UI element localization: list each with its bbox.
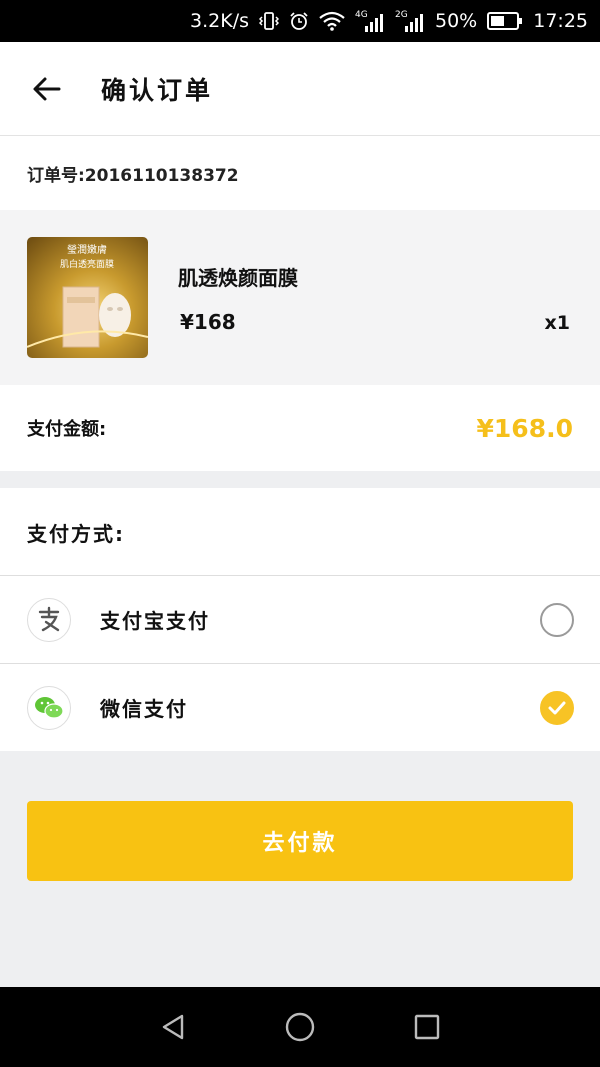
battery-percent: 50% bbox=[435, 10, 478, 32]
wifi-icon bbox=[319, 11, 345, 31]
amount-value: ¥168.0 bbox=[476, 413, 573, 443]
pay-button[interactable]: 去付款 bbox=[27, 801, 573, 881]
signal-2g-icon: 2G bbox=[395, 8, 425, 34]
svg-text:瑩潤嫩膚: 瑩潤嫩膚 bbox=[67, 243, 107, 256]
status-bar: 3.2K/s 4G 2G 50% 17:25 bbox=[0, 0, 600, 42]
alipay-icon bbox=[27, 597, 71, 642]
svg-text:2G: 2G bbox=[395, 10, 408, 20]
order-number-text: 订单号:2016110138372 bbox=[27, 165, 239, 186]
arrow-left-icon bbox=[33, 77, 61, 100]
product-price: ¥168 bbox=[180, 310, 236, 334]
nav-back-icon[interactable] bbox=[148, 1002, 198, 1052]
clock: 17:25 bbox=[533, 10, 588, 32]
order-number: 订单号:2016110138372 bbox=[0, 136, 600, 210]
product-name: 肌透焕颜面膜 bbox=[178, 266, 298, 290]
back-button[interactable] bbox=[27, 69, 67, 109]
payment-amount-row: 支付金额: ¥168.0 bbox=[0, 385, 600, 471]
signal-4g-icon: 4G bbox=[355, 8, 385, 34]
product-quantity: x1 bbox=[544, 312, 570, 334]
page-title: 确认订单 bbox=[101, 75, 214, 105]
payment-option-wechat[interactable]: 微信支付 bbox=[0, 663, 600, 751]
vibrate-icon bbox=[259, 11, 279, 31]
payment-option-alipay[interactable]: 支付宝支付 bbox=[0, 575, 600, 663]
svg-text:4G: 4G bbox=[355, 10, 368, 20]
svg-text:肌白透亮面膜: 肌白透亮面膜 bbox=[60, 258, 114, 270]
radio-unchecked-icon[interactable] bbox=[540, 602, 574, 637]
payment-option-label: 支付宝支付 bbox=[100, 609, 210, 633]
system-nav-bar bbox=[0, 987, 600, 1067]
nav-recents-icon[interactable] bbox=[402, 1002, 452, 1052]
product-image: 瑩潤嫩膚 肌白透亮面膜 bbox=[27, 237, 148, 358]
payment-method-title: 支付方式: bbox=[27, 522, 125, 546]
radio-checked-icon[interactable] bbox=[540, 690, 574, 725]
net-speed: 3.2K/s bbox=[190, 10, 249, 32]
product-card[interactable]: 瑩潤嫩膚 肌白透亮面膜 肌透焕颜面膜 ¥168 x1 bbox=[0, 210, 600, 385]
battery-icon bbox=[487, 11, 523, 31]
wechat-icon bbox=[27, 685, 71, 730]
nav-home-icon[interactable] bbox=[275, 1002, 325, 1052]
alarm-icon bbox=[289, 11, 309, 31]
payment-method-section: 支付方式: 支付宝支付 微信支付 bbox=[0, 488, 600, 751]
payment-option-label: 微信支付 bbox=[100, 697, 188, 721]
header-bar: 确认订单 bbox=[0, 42, 600, 136]
amount-label: 支付金额: bbox=[27, 419, 107, 440]
